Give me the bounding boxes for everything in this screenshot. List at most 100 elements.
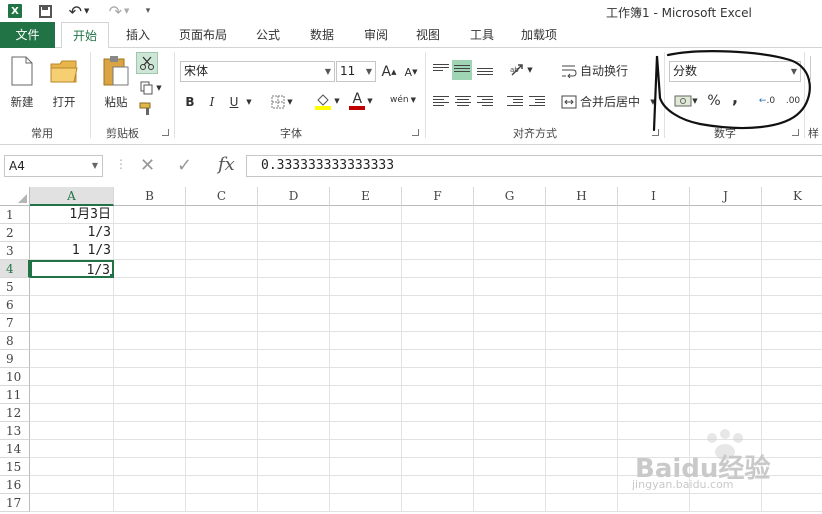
- cell-a11[interactable]: [30, 386, 114, 404]
- redo-icon[interactable]: ↷ ▼: [104, 2, 134, 21]
- cell-h8[interactable]: [546, 332, 618, 350]
- column-header-j[interactable]: J: [690, 187, 762, 206]
- cell-d6[interactable]: [258, 296, 330, 314]
- row-header-7[interactable]: 7: [0, 314, 30, 332]
- cell-f12[interactable]: [402, 404, 474, 422]
- cell-j10[interactable]: [690, 368, 762, 386]
- cell-h16[interactable]: [546, 476, 618, 494]
- cell-f14[interactable]: [402, 440, 474, 458]
- cell-a17[interactable]: [30, 494, 114, 512]
- cell-h11[interactable]: [546, 386, 618, 404]
- cell-f1[interactable]: [402, 206, 474, 224]
- cell-d15[interactable]: [258, 458, 330, 476]
- cell-h4[interactable]: [546, 260, 618, 278]
- cell-h12[interactable]: [546, 404, 618, 422]
- cell-c17[interactable]: [186, 494, 258, 512]
- cell-e9[interactable]: [330, 350, 402, 368]
- cell-b10[interactable]: [114, 368, 186, 386]
- cell-k9[interactable]: [762, 350, 822, 368]
- tab-home[interactable]: 开始: [61, 22, 109, 49]
- cell-b6[interactable]: [114, 296, 186, 314]
- row-header-15[interactable]: 15: [0, 458, 30, 476]
- cell-b5[interactable]: [114, 278, 186, 296]
- cell-c13[interactable]: [186, 422, 258, 440]
- cell-i12[interactable]: [618, 404, 690, 422]
- cell-k1[interactable]: [762, 206, 822, 224]
- cell-d5[interactable]: [258, 278, 330, 296]
- cell-d2[interactable]: [258, 224, 330, 242]
- enter-icon[interactable]: ✓: [177, 155, 192, 177]
- cell-f3[interactable]: [402, 242, 474, 260]
- row-header-9[interactable]: 9: [0, 350, 30, 368]
- cell-c9[interactable]: [186, 350, 258, 368]
- cell-h13[interactable]: [546, 422, 618, 440]
- cell-a3[interactable]: 1 1/3: [30, 242, 114, 260]
- row-header-10[interactable]: 10: [0, 368, 30, 386]
- cancel-icon[interactable]: ✕: [140, 155, 155, 177]
- cell-b17[interactable]: [114, 494, 186, 512]
- cell-e12[interactable]: [330, 404, 402, 422]
- cell-j1[interactable]: [690, 206, 762, 224]
- cell-i5[interactable]: [618, 278, 690, 296]
- cell-b9[interactable]: [114, 350, 186, 368]
- column-header-e[interactable]: E: [330, 187, 402, 206]
- cell-d9[interactable]: [258, 350, 330, 368]
- cell-h10[interactable]: [546, 368, 618, 386]
- customize-icon[interactable]: ▾: [142, 2, 154, 20]
- cell-d14[interactable]: [258, 440, 330, 458]
- cell-h6[interactable]: [546, 296, 618, 314]
- cell-d7[interactable]: [258, 314, 330, 332]
- tab-view[interactable]: 视图: [408, 22, 448, 48]
- cell-k3[interactable]: [762, 242, 822, 260]
- cell-k12[interactable]: [762, 404, 822, 422]
- cell-c14[interactable]: [186, 440, 258, 458]
- formula-input[interactable]: 0.333333333333333: [246, 155, 822, 177]
- tab-formulas[interactable]: 公式: [248, 22, 288, 48]
- cell-d3[interactable]: [258, 242, 330, 260]
- cell-f17[interactable]: [402, 494, 474, 512]
- cell-a4[interactable]: 1/3: [30, 260, 114, 278]
- cell-j8[interactable]: [690, 332, 762, 350]
- cell-i10[interactable]: [618, 368, 690, 386]
- cell-b4[interactable]: [114, 260, 186, 278]
- cell-b15[interactable]: [114, 458, 186, 476]
- row-header-16[interactable]: 16: [0, 476, 30, 494]
- cell-e8[interactable]: [330, 332, 402, 350]
- tab-addins[interactable]: 加载项: [514, 22, 564, 48]
- cell-e6[interactable]: [330, 296, 402, 314]
- cell-a8[interactable]: [30, 332, 114, 350]
- save-icon[interactable]: [36, 2, 54, 20]
- row-header-17[interactable]: 17: [0, 494, 30, 512]
- cell-a14[interactable]: [30, 440, 114, 458]
- column-header-c[interactable]: C: [186, 187, 258, 206]
- cell-a16[interactable]: [30, 476, 114, 494]
- cell-f13[interactable]: [402, 422, 474, 440]
- cell-g10[interactable]: [474, 368, 546, 386]
- cell-e10[interactable]: [330, 368, 402, 386]
- cell-g1[interactable]: [474, 206, 546, 224]
- cell-d11[interactable]: [258, 386, 330, 404]
- row-header-3[interactable]: 3: [0, 242, 30, 260]
- select-all-button[interactable]: [0, 187, 30, 206]
- cell-i1[interactable]: [618, 206, 690, 224]
- cell-f2[interactable]: [402, 224, 474, 242]
- cell-e16[interactable]: [330, 476, 402, 494]
- cell-f11[interactable]: [402, 386, 474, 404]
- cell-j3[interactable]: [690, 242, 762, 260]
- cell-a10[interactable]: [30, 368, 114, 386]
- cell-j5[interactable]: [690, 278, 762, 296]
- cell-g13[interactable]: [474, 422, 546, 440]
- tab-data[interactable]: 数据: [302, 22, 342, 48]
- cell-b14[interactable]: [114, 440, 186, 458]
- cell-g17[interactable]: [474, 494, 546, 512]
- cell-k11[interactable]: [762, 386, 822, 404]
- cell-j4[interactable]: [690, 260, 762, 278]
- row-header-11[interactable]: 11: [0, 386, 30, 404]
- name-box[interactable]: A4 ▼: [4, 155, 103, 177]
- cell-k2[interactable]: [762, 224, 822, 242]
- cell-h17[interactable]: [546, 494, 618, 512]
- cell-b13[interactable]: [114, 422, 186, 440]
- cell-a13[interactable]: [30, 422, 114, 440]
- cell-c8[interactable]: [186, 332, 258, 350]
- cell-c5[interactable]: [186, 278, 258, 296]
